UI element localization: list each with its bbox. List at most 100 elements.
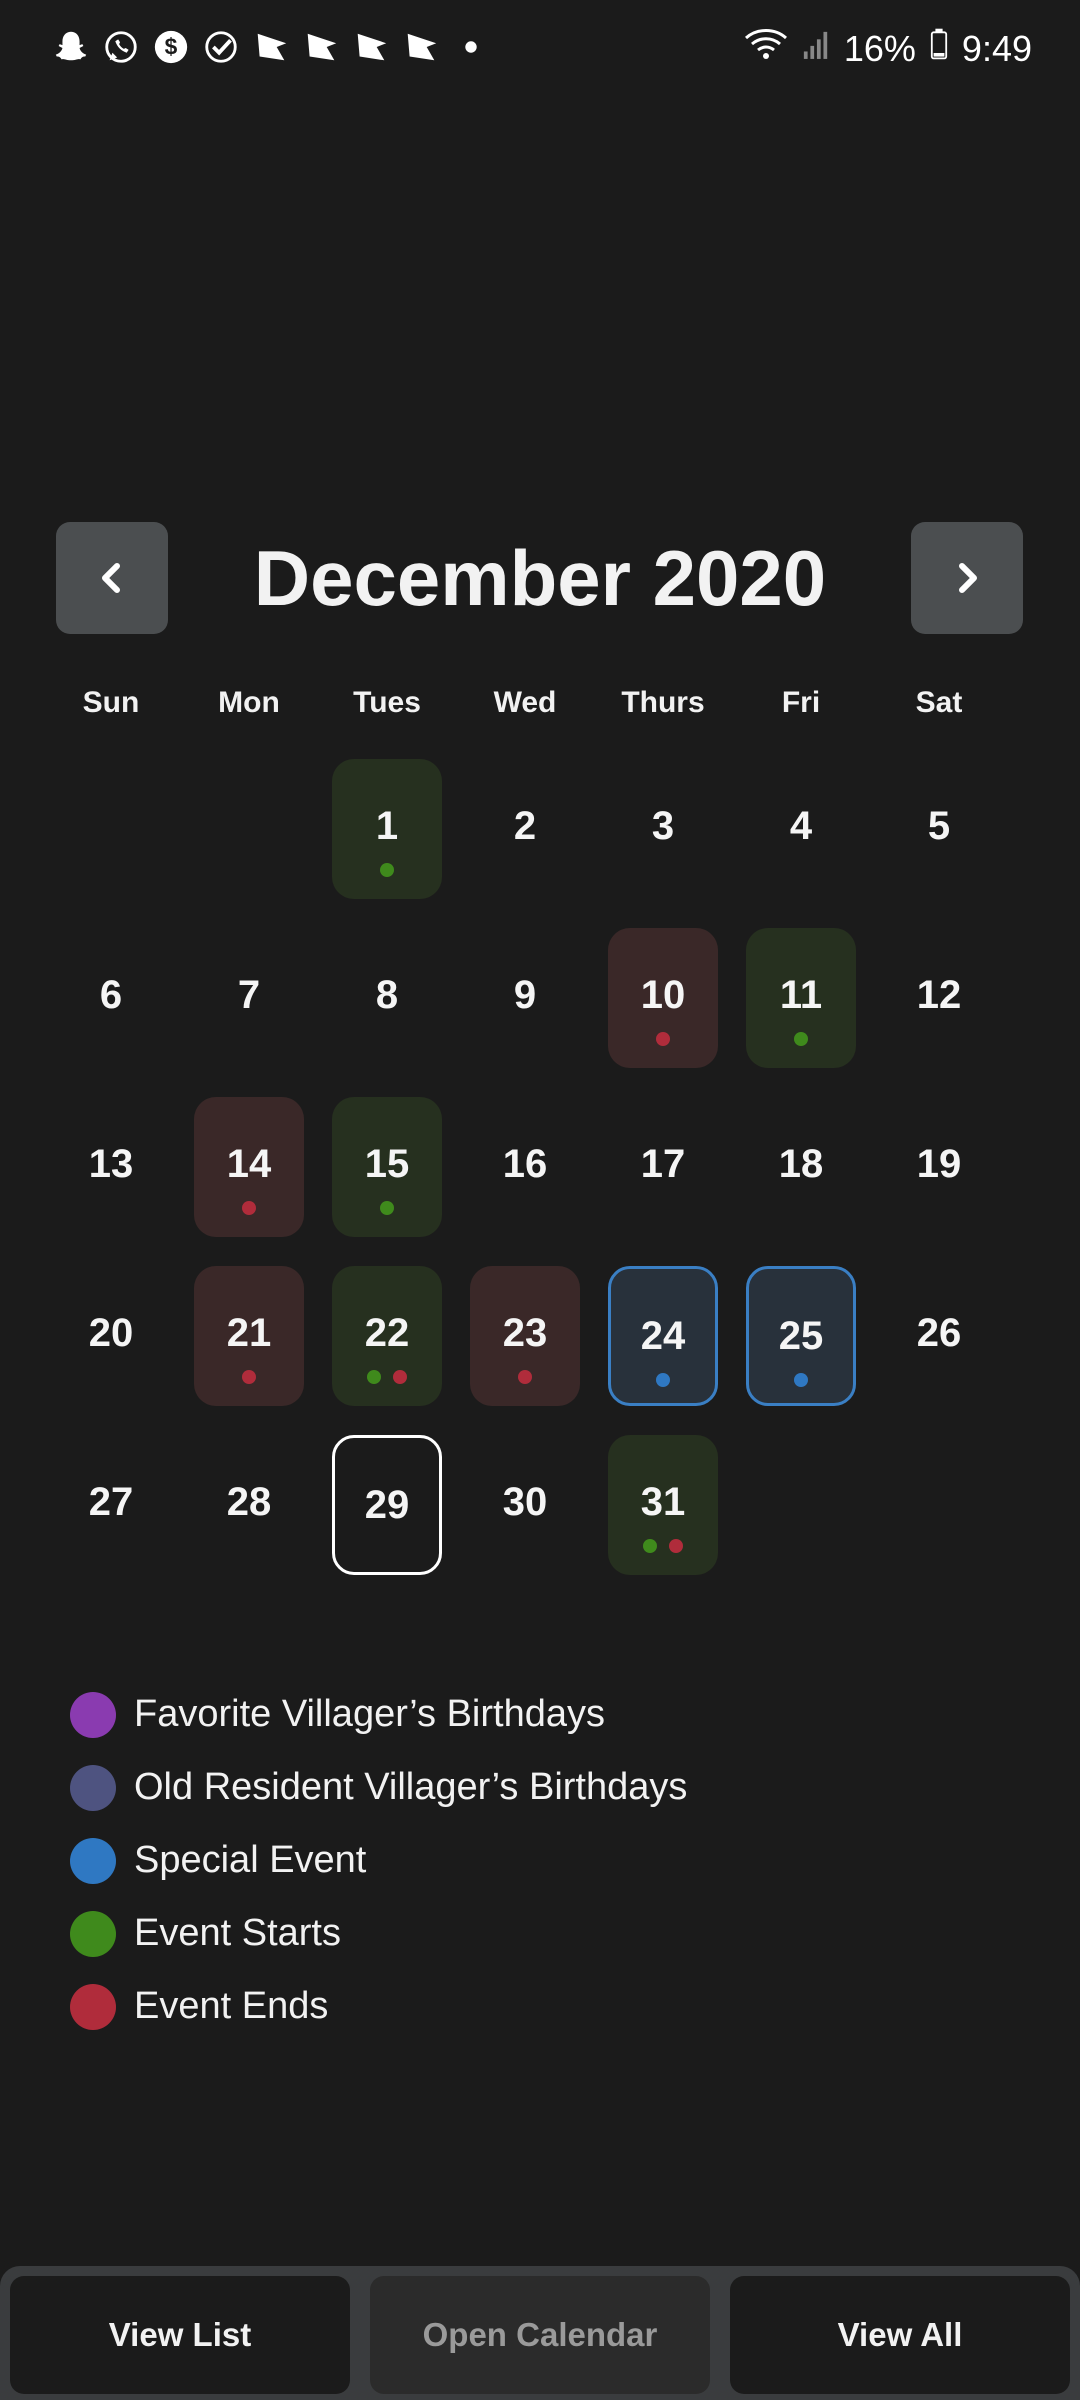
day-number: 1 bbox=[375, 804, 399, 848]
day-cell[interactable]: 15 bbox=[332, 1097, 442, 1237]
event-dots bbox=[194, 1201, 304, 1215]
day-number: 5 bbox=[927, 804, 951, 848]
day-number: 15 bbox=[364, 1142, 410, 1186]
day-cell-today[interactable]: 29 bbox=[332, 1435, 442, 1575]
day-cell[interactable]: 5 bbox=[884, 759, 994, 899]
event-dots bbox=[332, 863, 442, 877]
day-cell[interactable]: 24 bbox=[608, 1266, 718, 1406]
event-dots bbox=[332, 1201, 442, 1215]
day-number: 25 bbox=[778, 1314, 824, 1358]
day-number: 22 bbox=[364, 1311, 410, 1355]
event-dots bbox=[470, 1370, 580, 1384]
day-cell[interactable]: 8 bbox=[332, 928, 442, 1068]
day-number: 18 bbox=[778, 1142, 824, 1186]
day-number: 8 bbox=[375, 973, 399, 1017]
day-number: 26 bbox=[916, 1311, 962, 1355]
event-dots bbox=[332, 1370, 442, 1384]
day-cell[interactable]: 16 bbox=[470, 1097, 580, 1237]
legend-label: Special Event bbox=[134, 1839, 367, 1881]
legend-swatch bbox=[70, 1910, 116, 1957]
legend-item: Special Event bbox=[70, 1824, 687, 1897]
calendar-grid: 1 2 3 4 5 6 7 8 9 10 11 12 13 14 15 16 17 18 19 20 21 22 23 24 2… bbox=[0, 0, 1080, 1600]
day-cell[interactable]: 20 bbox=[56, 1266, 166, 1406]
day-cell[interactable]: 12 bbox=[884, 928, 994, 1068]
legend-swatch bbox=[70, 1764, 116, 1811]
day-number: 17 bbox=[640, 1142, 686, 1186]
day-cell[interactable]: 11 bbox=[746, 928, 856, 1068]
legend-swatch bbox=[70, 1837, 116, 1884]
day-number: 19 bbox=[916, 1142, 962, 1186]
day-cell[interactable]: 18 bbox=[746, 1097, 856, 1237]
day-number: 31 bbox=[640, 1480, 686, 1524]
day-number: 16 bbox=[502, 1142, 548, 1186]
event-dot bbox=[643, 1539, 657, 1553]
event-dot bbox=[367, 1370, 381, 1384]
event-dots bbox=[194, 1370, 304, 1384]
day-cell[interactable]: 27 bbox=[56, 1435, 166, 1575]
day-number: 6 bbox=[99, 973, 123, 1017]
day-cell[interactable]: 14 bbox=[194, 1097, 304, 1237]
legend-swatch bbox=[70, 1691, 116, 1738]
legend-item: Event Starts bbox=[70, 1897, 687, 1970]
day-cell[interactable]: 22 bbox=[332, 1266, 442, 1406]
day-cell[interactable]: 17 bbox=[608, 1097, 718, 1237]
day-number: 24 bbox=[640, 1314, 686, 1358]
day-cell[interactable]: 10 bbox=[608, 928, 718, 1068]
event-dot bbox=[656, 1032, 670, 1046]
day-cell[interactable]: 28 bbox=[194, 1435, 304, 1575]
day-cell[interactable]: 25 bbox=[746, 1266, 856, 1406]
legend-label: Event Ends bbox=[134, 1985, 329, 2027]
day-cell[interactable]: 4 bbox=[746, 759, 856, 899]
day-number: 29 bbox=[364, 1483, 410, 1527]
day-number: 10 bbox=[640, 973, 686, 1017]
event-dots bbox=[749, 1373, 853, 1387]
legend-swatch bbox=[70, 1983, 116, 2030]
day-number: 4 bbox=[789, 804, 813, 848]
bottom-action-bar: View List Open Calendar View All bbox=[0, 2266, 1080, 2400]
day-number: 3 bbox=[651, 804, 675, 848]
day-cell[interactable]: 2 bbox=[470, 759, 580, 899]
view-all-button[interactable]: View All bbox=[730, 2276, 1070, 2394]
open-calendar-button[interactable]: Open Calendar bbox=[370, 2276, 710, 2394]
event-dot bbox=[380, 1201, 394, 1215]
legend-label: Event Starts bbox=[134, 1912, 341, 1954]
day-number: 20 bbox=[88, 1311, 134, 1355]
day-number: 14 bbox=[226, 1142, 272, 1186]
day-cell[interactable]: 21 bbox=[194, 1266, 304, 1406]
event-dot bbox=[669, 1539, 683, 1553]
event-dot bbox=[794, 1032, 808, 1046]
event-dot bbox=[656, 1373, 670, 1387]
day-cell[interactable]: 6 bbox=[56, 928, 166, 1068]
day-number: 21 bbox=[226, 1311, 272, 1355]
day-number: 30 bbox=[502, 1480, 548, 1524]
day-cell[interactable]: 26 bbox=[884, 1266, 994, 1406]
day-cell[interactable]: 23 bbox=[470, 1266, 580, 1406]
event-dot bbox=[393, 1370, 407, 1384]
legend-item: Old Resident Villager’s Birthdays bbox=[70, 1751, 687, 1824]
day-cell[interactable]: 19 bbox=[884, 1097, 994, 1237]
day-cell[interactable]: 3 bbox=[608, 759, 718, 899]
day-number: 11 bbox=[779, 973, 823, 1017]
legend: Favorite Villager’s Birthdays Old Reside… bbox=[70, 1678, 687, 2043]
day-cell[interactable]: 9 bbox=[470, 928, 580, 1068]
day-number: 2 bbox=[513, 804, 537, 848]
day-cell[interactable]: 31 bbox=[608, 1435, 718, 1575]
event-dot bbox=[242, 1370, 256, 1384]
event-dot bbox=[242, 1201, 256, 1215]
event-dots bbox=[611, 1373, 715, 1387]
legend-label: Old Resident Villager’s Birthdays bbox=[134, 1766, 688, 1808]
legend-item: Favorite Villager’s Birthdays bbox=[70, 1678, 687, 1751]
day-cell[interactable]: 7 bbox=[194, 928, 304, 1068]
event-dot bbox=[380, 863, 394, 877]
event-dots bbox=[746, 1032, 856, 1046]
view-list-button[interactable]: View List bbox=[10, 2276, 350, 2394]
day-number: 23 bbox=[502, 1311, 548, 1355]
legend-item: Event Ends bbox=[70, 1970, 687, 2043]
legend-label: Favorite Villager’s Birthdays bbox=[134, 1693, 605, 1735]
day-number: 12 bbox=[916, 973, 962, 1017]
day-cell[interactable]: 30 bbox=[470, 1435, 580, 1575]
day-cell[interactable]: 13 bbox=[56, 1097, 166, 1237]
day-number: 28 bbox=[226, 1480, 272, 1524]
event-dots bbox=[608, 1032, 718, 1046]
day-cell[interactable]: 1 bbox=[332, 759, 442, 899]
